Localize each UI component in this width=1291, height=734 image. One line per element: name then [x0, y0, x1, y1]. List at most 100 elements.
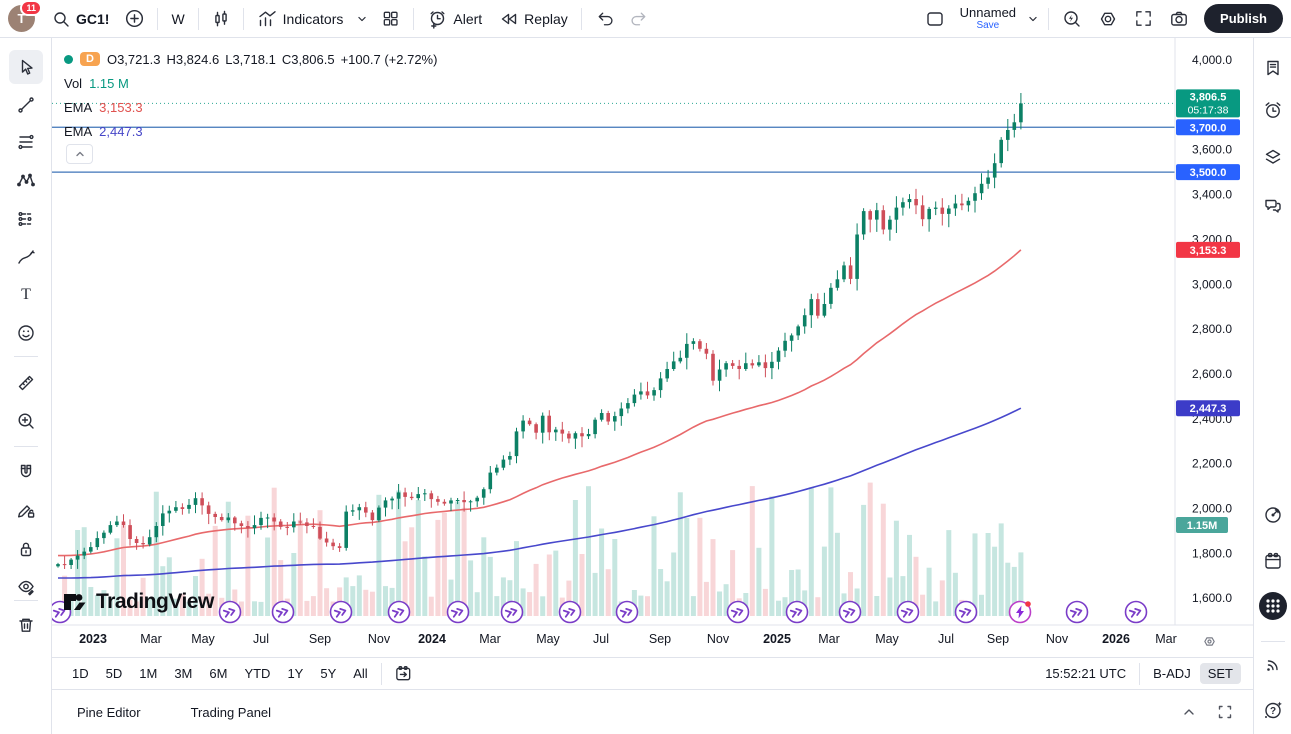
settlement-button[interactable]: SET — [1200, 663, 1241, 684]
rollover-marker[interactable] — [1126, 602, 1147, 623]
price-axis-badge: 3,806.505:17:38 — [1176, 89, 1240, 117]
rollover-marker[interactable] — [448, 602, 469, 623]
snapshot-button[interactable] — [1162, 5, 1196, 33]
range-3m[interactable]: 3M — [166, 663, 200, 684]
hotlists-button[interactable] — [1256, 498, 1290, 532]
rollover-marker-active[interactable] — [1010, 601, 1031, 622]
zoom-in-tool[interactable] — [9, 404, 43, 438]
candle-body — [285, 527, 289, 528]
rollover-marker[interactable] — [956, 602, 977, 623]
calendar-icon — [1263, 551, 1283, 571]
object-tree-button[interactable] — [1256, 140, 1290, 174]
volume-bar — [894, 521, 899, 616]
rollover-marker[interactable] — [617, 602, 638, 623]
quick-search-button[interactable] — [1055, 5, 1089, 33]
rollover-marker[interactable] — [898, 602, 919, 623]
goto-date-button[interactable] — [387, 660, 420, 687]
candle-body — [692, 341, 696, 344]
watchlist-button[interactable] — [1256, 51, 1290, 85]
lock-drawings-tool[interactable] — [9, 532, 43, 566]
undo-button[interactable] — [588, 5, 621, 32]
forecast-tool[interactable] — [9, 202, 43, 236]
rollover-marker[interactable] — [560, 602, 581, 623]
rollover-marker[interactable] — [220, 602, 241, 623]
alerts-button[interactable] — [1256, 93, 1290, 127]
cursor-tool[interactable] — [9, 50, 43, 84]
rollover-marker[interactable] — [840, 602, 861, 623]
time-axis-settings-button[interactable] — [1198, 630, 1220, 652]
compare-add-symbol-button[interactable] — [118, 5, 151, 32]
drawing-mode-tool[interactable] — [9, 493, 43, 527]
volume-legend-row[interactable]: Vol 1.15 M — [64, 71, 443, 95]
candle-body — [764, 362, 768, 368]
panel-maximize-button[interactable] — [1215, 702, 1235, 722]
replay-button[interactable]: Replay — [491, 5, 575, 33]
candle-body — [482, 489, 486, 498]
magnet-tool[interactable] — [9, 455, 43, 489]
fullscreen-button[interactable] — [1127, 5, 1160, 32]
text-tool[interactable]: T — [9, 277, 43, 311]
indicator-templates-button[interactable] — [352, 8, 372, 30]
legend-collapse-button[interactable] — [66, 144, 93, 164]
emoji-tool[interactable] — [9, 316, 43, 350]
utc-clock[interactable]: 15:52:21 UTC — [1037, 663, 1134, 684]
layout-grid-button[interactable] — [374, 5, 407, 32]
streams-button[interactable] — [1256, 648, 1290, 682]
range-5d[interactable]: 5D — [98, 663, 131, 684]
trend-line-tool[interactable] — [9, 88, 43, 122]
more-apps-button[interactable] — [1256, 589, 1290, 623]
hide-drawings-tool[interactable] — [9, 570, 43, 604]
range-ytd[interactable]: YTD — [236, 663, 278, 684]
candle-body — [574, 433, 578, 438]
candle-body — [377, 508, 381, 521]
candle-body — [410, 497, 414, 498]
price-tick-label: 4,000.0 — [1192, 53, 1232, 67]
range-all[interactable]: All — [345, 663, 375, 684]
rollover-marker[interactable] — [502, 602, 523, 623]
candle-body — [161, 513, 165, 526]
range-1m[interactable]: 1M — [131, 663, 165, 684]
rollover-marker[interactable] — [389, 602, 410, 623]
interval-button[interactable]: W — [164, 7, 191, 31]
calendar-button[interactable] — [1256, 544, 1290, 578]
range-1d[interactable]: 1D — [64, 663, 97, 684]
avatar[interactable]: T 11 — [8, 5, 35, 32]
measure-tool[interactable] — [9, 366, 43, 400]
rollover-marker[interactable] — [331, 602, 352, 623]
alert-button[interactable]: Alert — [420, 5, 489, 33]
layout-name-button[interactable]: Unnamed Save — [954, 4, 1022, 33]
chat-button[interactable] — [1256, 188, 1290, 222]
rollover-marker[interactable] — [273, 602, 294, 623]
candle-body — [724, 363, 728, 369]
range-6m[interactable]: 6M — [201, 663, 235, 684]
delayed-data-badge[interactable]: D — [80, 52, 100, 66]
fib-retracement-tool[interactable] — [9, 125, 43, 159]
publish-button[interactable]: Publish — [1204, 4, 1283, 33]
redo-button[interactable] — [623, 5, 656, 32]
ema-legend-row-1[interactable]: EMA 3,153.3 — [64, 95, 443, 119]
pattern-tool[interactable] — [9, 163, 43, 197]
rollover-marker[interactable] — [1067, 602, 1088, 623]
pine-editor-tab[interactable]: Pine Editor — [70, 701, 148, 724]
remove-drawings-tool[interactable] — [9, 608, 43, 642]
chart-type-button[interactable] — [205, 6, 237, 32]
panel-expand-button[interactable] — [1179, 702, 1199, 722]
symbol-search-button[interactable]: GC1! — [45, 6, 116, 32]
save-link[interactable]: Save — [976, 20, 999, 31]
ema-legend-row-2[interactable]: EMA 2,447.3 — [64, 119, 443, 143]
layout-manager-button[interactable] — [918, 5, 952, 33]
brush-tool[interactable] — [9, 240, 43, 274]
help-button[interactable]: ? — [1256, 693, 1290, 727]
indicators-button[interactable]: Indicators — [250, 5, 351, 33]
trading-panel-tab[interactable]: Trading Panel — [184, 701, 278, 724]
range-5y[interactable]: 5Y — [312, 663, 344, 684]
candle-body — [777, 351, 781, 362]
market-status-dot[interactable] — [64, 55, 73, 64]
layout-dropdown-button[interactable] — [1024, 8, 1042, 30]
adjustment-button[interactable]: B-ADJ — [1145, 663, 1199, 684]
rollover-marker[interactable] — [728, 602, 749, 623]
settings-button[interactable] — [1091, 5, 1125, 33]
range-1y[interactable]: 1Y — [279, 663, 311, 684]
candle-body — [351, 510, 355, 511]
rollover-marker[interactable] — [787, 602, 808, 623]
